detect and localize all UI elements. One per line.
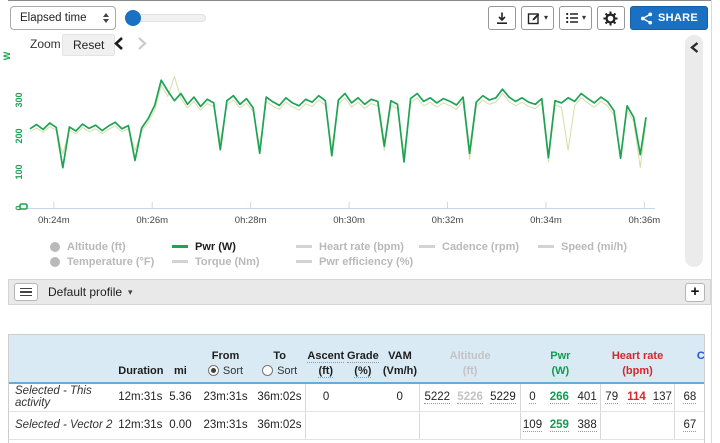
col-header-cadence: Cadence (rpm) [675,335,705,383]
svg-text:0h:30m: 0h:30m [333,215,365,226]
side-panel-toggle[interactable] [685,35,703,267]
line-marker-icon [538,245,554,248]
col-header-name [9,335,117,383]
select-spinner-icon [103,13,109,23]
profile-dropdown-label: Default profile [48,285,122,299]
caret-down-icon: ▾ [128,288,133,297]
legend-item-torque[interactable]: Torque (Nm) [172,256,296,268]
legend-item-speed[interactable]: Speed (mi/h) [538,241,627,253]
stats-table: Duration mi From Sort To Sort Ascent (ft… [9,335,705,440]
settings-button[interactable] [597,6,625,30]
caret-down-icon: ▾ [544,14,548,22]
col-header-distance: mi [163,335,197,383]
list-icon [565,11,579,25]
col-header-from: From Sort [197,335,253,383]
svg-text:0h:34m: 0h:34m [530,215,562,226]
legend-item-temperature[interactable]: Temperature (°F) [50,256,172,268]
svg-text:100: 100 [14,164,24,179]
circle-marker-icon [50,242,60,252]
edit-menu-button[interactable]: ▾ [521,6,554,30]
download-icon [495,11,509,25]
line-marker-icon [172,245,188,248]
row-label: Selected - Vector 2 [9,411,117,439]
legend-item-pwr[interactable]: Pwr (W) [172,241,296,253]
svg-text:0h:36m: 0h:36m [629,215,661,226]
panel-top-border [8,0,712,1]
circle-marker-icon [50,257,60,267]
collapse-chevron-icon [690,42,699,53]
x-axis-mode-select[interactable]: Elapsed time [10,6,116,30]
profile-bar: Default profile ▾ + [8,279,711,305]
table-row: Selected - Vector 2 12m:31s 0.00 23m:31s… [9,411,705,439]
svg-text:0h:28m: 0h:28m [235,215,267,226]
svg-text:W: W [2,51,12,60]
gear-icon [603,11,618,26]
mode-select-value: Elapsed time [20,12,86,24]
offset-slider[interactable] [126,14,206,22]
slider-knob[interactable] [125,10,141,26]
power-chart[interactable]: 0h:24m 0h:26m 0h:28m 0h:30m 0h:32m 0h:34m 0h:3… [0,30,684,232]
line-marker-icon [296,245,312,248]
col-header-grade: Grade (%) [346,335,380,383]
toolbar: Elapsed time ▾ ▾ [8,6,710,32]
list-menu-button[interactable]: ▾ [559,6,592,30]
legend-item-altitude[interactable]: Altitude (ft) [50,241,172,253]
col-header-pwr: Pwr (W) [520,335,600,383]
download-button[interactable] [488,6,516,30]
svg-text:200: 200 [14,128,24,143]
col-header-vam: VAM (Vm/h) [380,335,420,383]
line-marker-icon [296,260,312,263]
col-header-to: To Sort [254,335,306,383]
col-header-heart-rate: Heart rate (bpm) [600,335,674,383]
table-header-row: Duration mi From Sort To Sort Ascent (ft… [9,335,705,383]
edit-icon [527,11,541,25]
hamburger-icon [20,288,32,290]
add-profile-button[interactable]: + [685,283,705,302]
legend-item-heart-rate[interactable]: Heart rate (bpm) [296,241,419,253]
svg-text:0h:32m: 0h:32m [432,215,464,226]
to-sort-radio[interactable] [262,365,273,376]
svg-text:300: 300 [14,92,24,107]
row-label: Selected - This activity [9,383,117,411]
share-button-label: SHARE [658,12,698,24]
from-sort-radio[interactable] [208,365,219,376]
svg-text:0h:26m: 0h:26m [136,215,168,226]
line-marker-icon [172,260,188,263]
line-marker-icon [419,245,435,248]
legend-item-cadence[interactable]: Cadence (rpm) [419,241,538,253]
legend-item-pwr-efficiency[interactable]: Pwr efficiency (%) [296,256,419,268]
chart-area: 0h:24m 0h:26m 0h:28m 0h:30m 0h:32m 0h:34m 0h:3… [0,30,684,232]
stats-table-container: Duration mi From Sort To Sort Ascent (ft… [8,334,705,443]
share-icon [640,12,653,25]
profile-dropdown[interactable]: Default profile ▾ [48,285,133,299]
chart-legend: Altitude (ft) Pwr (W) Heart rate (bpm) C… [0,239,684,269]
col-header-ascent: Ascent (ft) [306,335,346,383]
share-button[interactable]: SHARE [630,6,708,30]
profile-menu-button[interactable] [14,283,38,301]
svg-text:0h:24m: 0h:24m [38,215,70,226]
table-row: Selected - This activity 12m:31s 5.36 23… [9,383,705,411]
col-header-altitude: Altitude (ft) [420,335,520,383]
caret-down-icon: ▾ [582,14,586,22]
panel-right-border [711,0,712,443]
col-header-duration: Duration [117,335,163,383]
